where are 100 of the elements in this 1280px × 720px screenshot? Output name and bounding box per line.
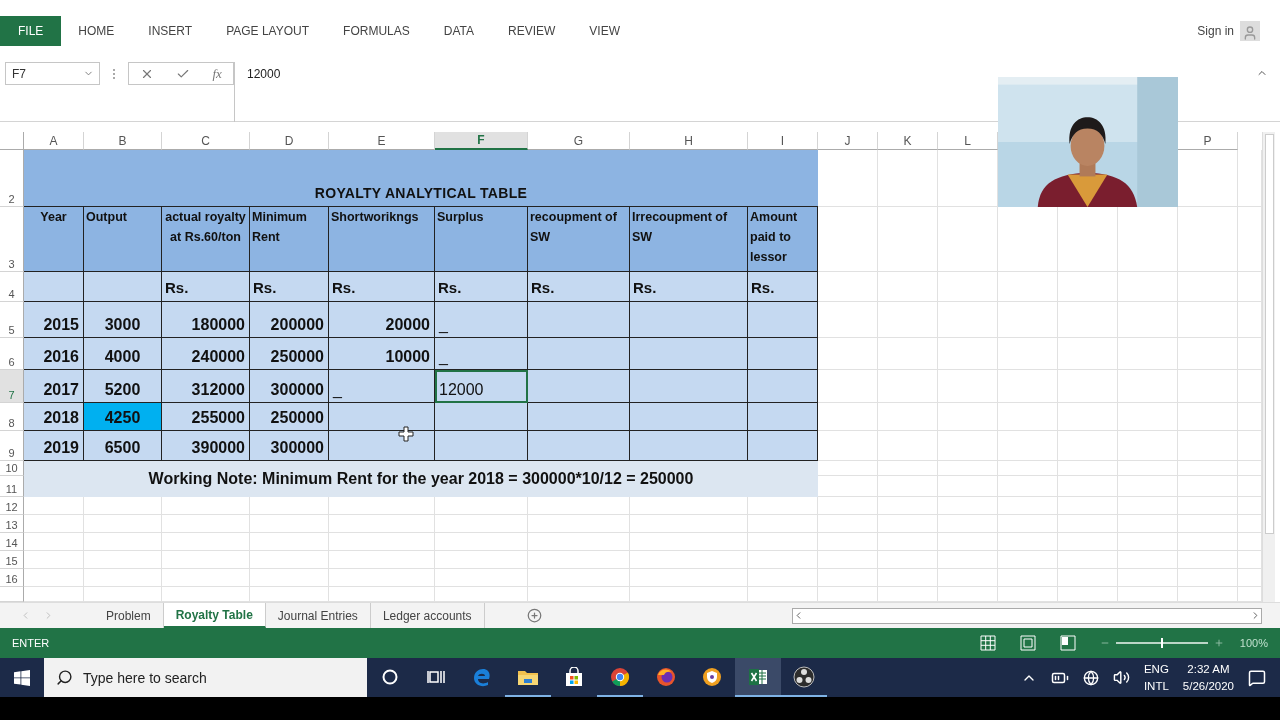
empty-cell[interactable] bbox=[435, 533, 528, 551]
table-cell[interactable] bbox=[528, 370, 630, 403]
row-header[interactable]: 14 bbox=[0, 533, 24, 551]
empty-cell[interactable] bbox=[1058, 533, 1118, 551]
chrome-icon[interactable] bbox=[610, 666, 630, 687]
empty-cell[interactable] bbox=[1178, 569, 1238, 587]
row-header[interactable]: 10 bbox=[0, 461, 24, 476]
table-cell[interactable] bbox=[630, 338, 748, 370]
empty-cell[interactable] bbox=[1178, 497, 1238, 515]
empty-cell[interactable] bbox=[1118, 551, 1178, 569]
table-cell[interactable]: 200000 bbox=[250, 302, 329, 338]
page-break-icon[interactable] bbox=[1059, 635, 1076, 651]
normal-view-icon[interactable] bbox=[979, 635, 996, 651]
empty-cell[interactable] bbox=[1178, 551, 1238, 569]
ribbon-tab[interactable]: REVIEW bbox=[491, 16, 573, 46]
empty-cell[interactable] bbox=[630, 515, 748, 533]
empty-cell[interactable] bbox=[938, 569, 998, 587]
table-cell[interactable]: 2016 bbox=[24, 338, 84, 370]
empty-cell[interactable] bbox=[878, 338, 938, 370]
empty-cell[interactable] bbox=[748, 569, 818, 587]
empty-cell[interactable] bbox=[878, 370, 938, 403]
empty-cell[interactable] bbox=[998, 476, 1058, 497]
empty-cell[interactable] bbox=[250, 551, 329, 569]
page-layout-icon[interactable] bbox=[1019, 635, 1036, 651]
table-cell[interactable] bbox=[748, 431, 818, 461]
table-cell[interactable] bbox=[435, 431, 528, 461]
browser-e-icon[interactable] bbox=[472, 666, 492, 687]
column-header[interactable]: A bbox=[24, 132, 84, 150]
empty-cell[interactable] bbox=[435, 551, 528, 569]
empty-cell[interactable] bbox=[1118, 461, 1178, 476]
column-header[interactable]: H bbox=[630, 132, 748, 150]
empty-cell[interactable] bbox=[250, 515, 329, 533]
empty-cell[interactable] bbox=[938, 551, 998, 569]
name-box[interactable]: F7 bbox=[5, 62, 100, 85]
empty-cell[interactable] bbox=[878, 302, 938, 338]
empty-cell[interactable] bbox=[1178, 207, 1238, 272]
file-menu-button[interactable]: FILE bbox=[0, 16, 62, 46]
table-cell[interactable] bbox=[84, 272, 162, 302]
ribbon-tab[interactable]: PAGE LAYOUT bbox=[209, 16, 327, 46]
empty-cell[interactable] bbox=[998, 569, 1058, 587]
table-cell[interactable]: 10000 bbox=[329, 338, 435, 370]
shield-icon[interactable] bbox=[702, 666, 722, 687]
empty-cell[interactable] bbox=[998, 370, 1058, 403]
windows-icon[interactable] bbox=[14, 669, 30, 686]
spreadsheet-app-icon[interactable] bbox=[748, 666, 768, 687]
empty-cell[interactable] bbox=[1118, 403, 1178, 431]
table-cell[interactable] bbox=[748, 338, 818, 370]
row-header[interactable]: 4 bbox=[0, 272, 24, 302]
empty-cell[interactable] bbox=[878, 150, 938, 207]
column-header[interactable]: K bbox=[878, 132, 938, 150]
empty-cell[interactable] bbox=[998, 272, 1058, 302]
empty-cell[interactable] bbox=[998, 302, 1058, 338]
empty-cell[interactable] bbox=[818, 569, 878, 587]
horizontal-scrollbar[interactable] bbox=[792, 607, 1262, 624]
empty-cell[interactable] bbox=[748, 533, 818, 551]
empty-cell[interactable] bbox=[1118, 497, 1178, 515]
table-cell[interactable] bbox=[528, 403, 630, 431]
empty-cell[interactable] bbox=[998, 497, 1058, 515]
table-cell[interactable] bbox=[329, 403, 435, 431]
empty-cell[interactable] bbox=[938, 338, 998, 370]
row-header[interactable]: 7 bbox=[0, 370, 24, 403]
user-icon[interactable] bbox=[1240, 21, 1260, 41]
table-cell[interactable]: 300000 bbox=[250, 370, 329, 403]
table-cell[interactable] bbox=[528, 302, 630, 338]
empty-cell[interactable] bbox=[878, 207, 938, 272]
empty-cell[interactable] bbox=[1178, 476, 1238, 497]
column-header[interactable]: P bbox=[1178, 132, 1238, 150]
ribbon-tab[interactable]: VIEW bbox=[572, 16, 637, 46]
table-cell[interactable]: 3000 bbox=[84, 302, 162, 338]
table-cell[interactable] bbox=[630, 431, 748, 461]
column-header[interactable]: E bbox=[329, 132, 435, 150]
table-cell[interactable]: 250000 bbox=[250, 338, 329, 370]
empty-cell[interactable] bbox=[818, 515, 878, 533]
empty-cell[interactable] bbox=[878, 533, 938, 551]
row-header[interactable]: 3 bbox=[0, 207, 24, 272]
table-cell[interactable] bbox=[329, 431, 435, 461]
ribbon-tab[interactable]: FORMULAS bbox=[326, 16, 427, 46]
table-cell[interactable]: 20000 bbox=[329, 302, 435, 338]
empty-cell[interactable] bbox=[250, 569, 329, 587]
table-cell[interactable] bbox=[528, 338, 630, 370]
sheet-tab[interactable]: Royalty Table bbox=[163, 603, 266, 628]
empty-cell[interactable] bbox=[1178, 515, 1238, 533]
empty-cell[interactable] bbox=[878, 497, 938, 515]
empty-cell[interactable] bbox=[1118, 370, 1178, 403]
select-all-corner[interactable] bbox=[0, 132, 24, 150]
empty-cell[interactable] bbox=[329, 569, 435, 587]
empty-cell[interactable] bbox=[998, 431, 1058, 461]
empty-cell[interactable] bbox=[878, 272, 938, 302]
table-cell[interactable] bbox=[630, 403, 748, 431]
empty-cell[interactable] bbox=[938, 476, 998, 497]
row-header[interactable] bbox=[0, 587, 24, 602]
empty-cell[interactable] bbox=[998, 461, 1058, 476]
empty-cell[interactable] bbox=[818, 551, 878, 569]
empty-cell[interactable] bbox=[938, 461, 998, 476]
empty-cell[interactable] bbox=[998, 533, 1058, 551]
insert-function-button[interactable]: fx bbox=[212, 65, 222, 82]
empty-cell[interactable] bbox=[1178, 461, 1238, 476]
ribbon-tab[interactable]: DATA bbox=[426, 16, 491, 46]
empty-cell[interactable] bbox=[435, 569, 528, 587]
empty-cell[interactable] bbox=[938, 302, 998, 338]
